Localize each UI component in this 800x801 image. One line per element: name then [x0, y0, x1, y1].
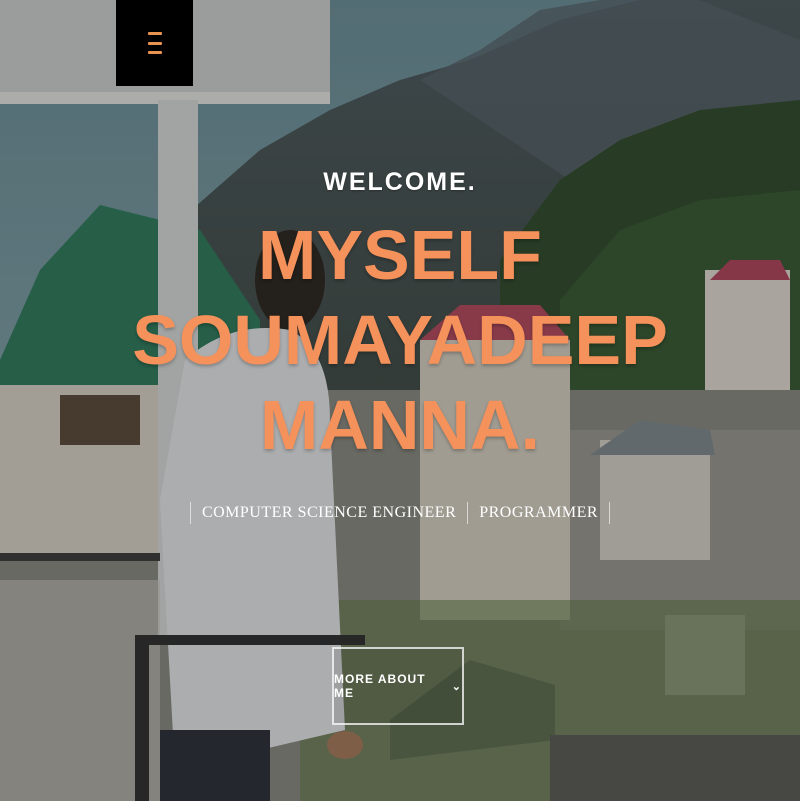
more-about-me-button[interactable]: MORE ABOUT ME ⌄	[332, 647, 464, 725]
welcome-heading: WELCOME.	[323, 168, 477, 196]
role-item-programmer: PROGRAMMER	[479, 504, 599, 521]
role-item-engineer: COMPUTER SCIENCE ENGINEER	[201, 504, 457, 521]
menu-button[interactable]	[116, 0, 193, 86]
name-line-3: MANNA.	[260, 386, 540, 464]
role-divider	[189, 502, 191, 524]
hero-section: WELCOME. MYSELF SOUMAYADEEP MANNA. COMPU…	[0, 0, 800, 801]
role-divider	[467, 502, 469, 524]
name-line-2: SOUMAYADEEP	[132, 301, 668, 379]
roles-list: COMPUTER SCIENCE ENGINEER PROGRAMMER	[0, 502, 800, 524]
intro-block: WELCOME. MYSELF SOUMAYADEEP MANNA. COMPU…	[0, 168, 800, 524]
more-about-me-label: MORE ABOUT ME	[334, 672, 426, 700]
role-divider	[609, 502, 611, 524]
name-line-1: MYSELF	[258, 216, 542, 294]
chevron-down-icon: ⌄	[451, 680, 462, 693]
hamburger-menu-icon	[147, 32, 162, 54]
